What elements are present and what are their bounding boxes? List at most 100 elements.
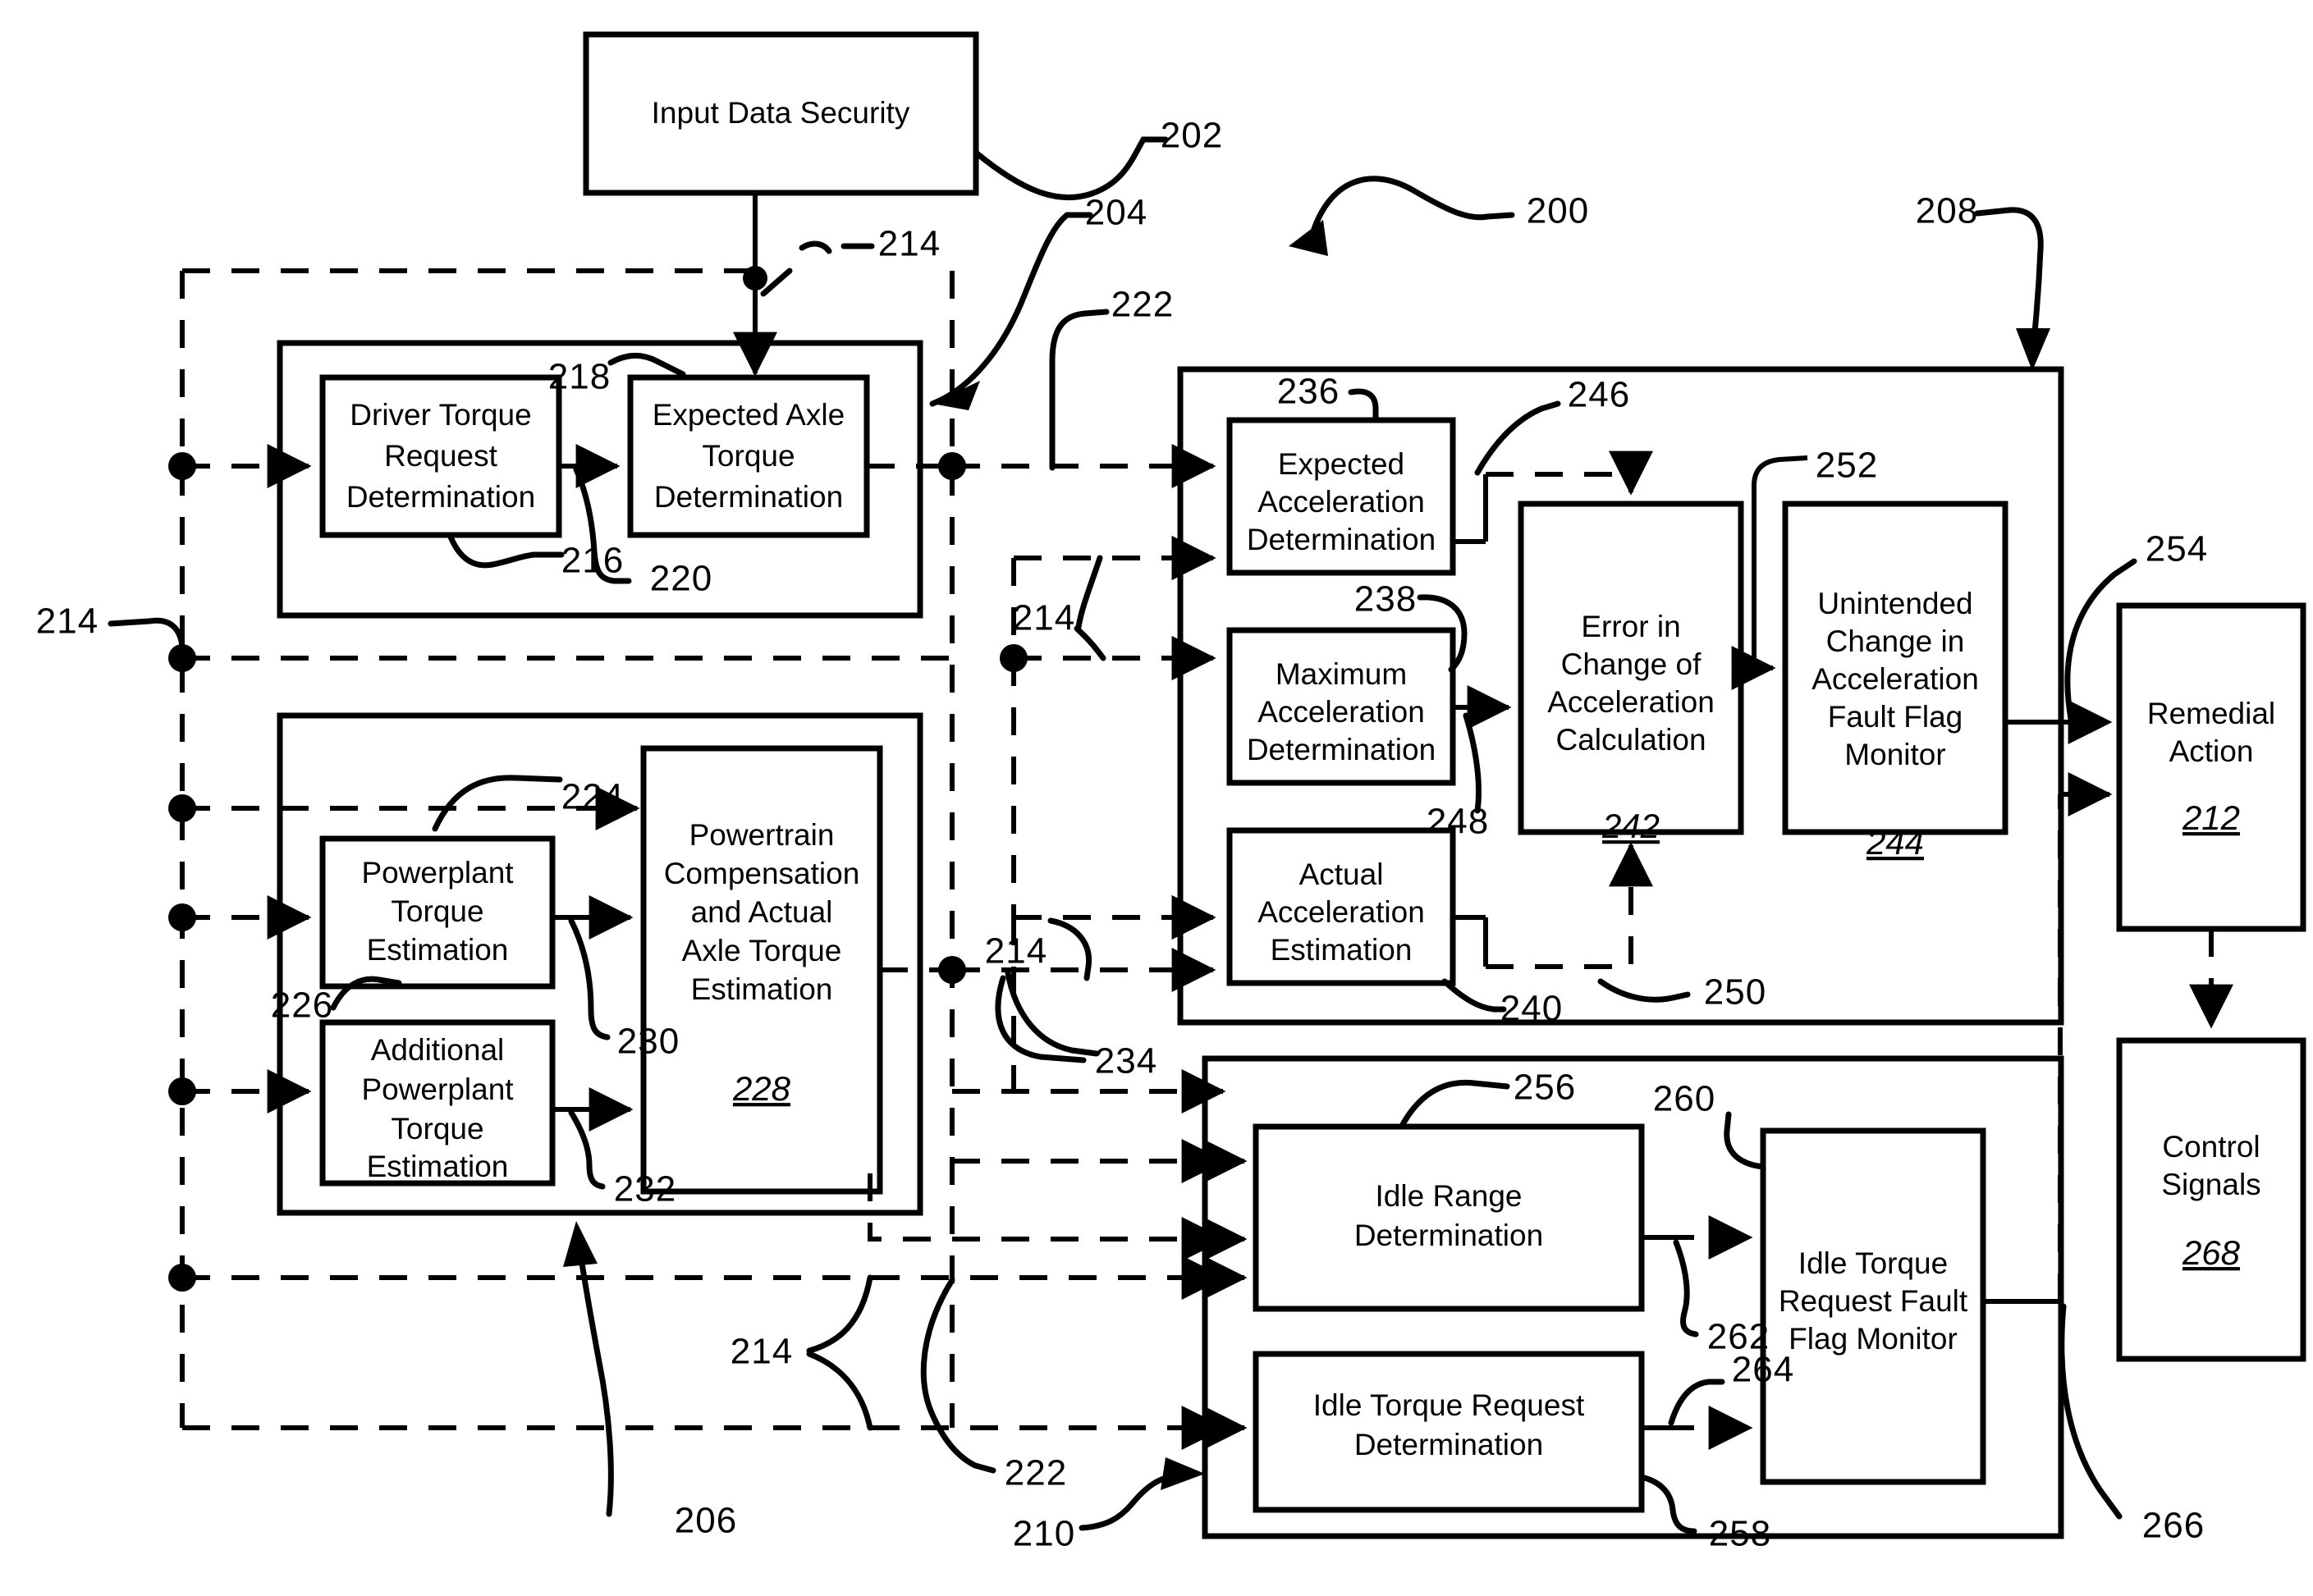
leader-210-arrowhead (1161, 1457, 1205, 1490)
leader-256 (1399, 1079, 1510, 1129)
block-max-accel-l3: Determination (1247, 733, 1436, 766)
ref-204: 204 (1085, 193, 1147, 233)
leader-250 (1597, 978, 1691, 1003)
block-idle-fault-l1: Idle Torque (1798, 1246, 1948, 1280)
ref-214-left: 214 (36, 601, 98, 642)
block-powerplant-torque-l2: Torque (391, 894, 483, 928)
block-expected-axle-torque-l3: Determination (654, 480, 843, 514)
ref-224: 224 (561, 777, 624, 817)
leader-246 (1474, 400, 1561, 476)
block-error-change-ref: 242 (1601, 807, 1660, 845)
ref-214-center-top: 214 (1013, 598, 1075, 638)
ref-202: 202 (1161, 116, 1223, 156)
block-driver-torque-request-l1: Driver Torque (350, 398, 531, 432)
ref-200: 200 (1527, 191, 1589, 231)
block-remedial-l1: Remedial (2147, 697, 2275, 730)
block-additional-powerplant-l2: Powerplant (361, 1072, 514, 1106)
block-expected-accel-l1: Expected (1278, 447, 1404, 481)
block-error-change-l4: Calculation (1555, 723, 1706, 757)
ref-214-bottom: 214 (731, 1332, 793, 1372)
tick-214-top (760, 268, 793, 297)
block-remedial-l2: Action (2169, 734, 2254, 768)
ref-222-bottom: 222 (1005, 1453, 1067, 1493)
block-input-data-security-label: Input Data Security (652, 96, 910, 130)
leader-264 (1668, 1379, 1725, 1426)
ref-206: 206 (675, 1501, 737, 1541)
block-unintended-l1: Unintended (1817, 587, 1972, 620)
ref-248: 248 (1427, 802, 1489, 842)
patent-block-diagram: Input Data Security 202 214 204 200 208 … (36, 31, 2306, 1554)
ref-214-top: 214 (878, 224, 941, 264)
block-additional-powerplant-l1: Additional (371, 1033, 505, 1067)
leader-208-arrowhead (2016, 328, 2050, 371)
leader-232 (568, 1109, 606, 1190)
block-powertrain-comp-ref: 228 (732, 1069, 791, 1108)
leader-222-top (1049, 309, 1110, 471)
ref-240: 240 (1500, 989, 1563, 1029)
ref-232: 232 (614, 1169, 676, 1210)
leader-204 (929, 212, 1093, 407)
ref-238: 238 (1354, 579, 1417, 620)
arc-214-top (799, 240, 832, 254)
block-expected-axle-torque-l1: Expected Axle (653, 398, 845, 432)
block-actual-accel-l1: Actual (1299, 857, 1384, 891)
leader-258 (1638, 1474, 1697, 1534)
block-max-accel-l1: Maximum (1276, 657, 1407, 691)
leader-230 (568, 917, 611, 1040)
brace-214-center-top-b (1074, 625, 1106, 661)
ref-246: 246 (1568, 375, 1630, 415)
block-error-change-l3: Acceleration (1547, 685, 1715, 719)
leader-262 (1673, 1239, 1699, 1338)
ref-256: 256 (1514, 1068, 1576, 1108)
block-powertrain-comp-l1: Powertrain (689, 818, 835, 852)
block-powertrain-comp-l5: Estimation (691, 972, 833, 1006)
ref-226: 226 (271, 985, 333, 1026)
block-error-change-l2: Change of (1561, 647, 1702, 681)
block-actual-accel-l2: Acceleration (1257, 895, 1425, 929)
leader-236 (1348, 388, 1379, 422)
block-remedial-ref: 212 (2182, 798, 2240, 837)
ref-210: 210 (1013, 1514, 1075, 1554)
block-idle-torque-req-l1: Idle Torque Request (1313, 1388, 1585, 1422)
ref-264: 264 (1732, 1350, 1794, 1390)
figure-canvas: Input Data Security 202 214 204 200 208 … (0, 0, 2313, 1596)
ref-234: 234 (1095, 1041, 1157, 1082)
ref-254: 254 (2146, 529, 2208, 569)
block-control-signals-l2: Signals (2161, 1168, 2260, 1201)
leader-248 (1463, 712, 1482, 814)
block-driver-torque-request-l3: Determination (346, 480, 535, 514)
block-unintended-ref: 244 (1866, 823, 1924, 862)
block-expected-accel-l2: Acceleration (1257, 485, 1425, 519)
ref-252: 252 (1816, 446, 1878, 486)
leader-224 (432, 775, 563, 832)
leader-202 (973, 136, 1169, 201)
ref-208: 208 (1916, 191, 1978, 231)
block-expected-axle-torque-l2: Torque (702, 439, 795, 473)
wire-246-dashed (1486, 450, 1653, 496)
block-powerplant-torque-l3: Estimation (367, 933, 509, 967)
leader-240 (1441, 978, 1507, 1013)
block-error-change-l1: Error in (1581, 610, 1680, 643)
block-control-signals-ref: 268 (2182, 1233, 2241, 1272)
leader-266 (2059, 1303, 2123, 1520)
block-additional-powerplant-l3: Torque (391, 1112, 483, 1146)
ref-266: 266 (2142, 1506, 2205, 1546)
block-max-accel-l2: Acceleration (1257, 695, 1425, 729)
block-unintended-l4: Fault Flag (1828, 700, 1963, 734)
block-unintended-l5: Monitor (1844, 738, 1945, 771)
leader-222-bottom (920, 1277, 996, 1474)
ref-250: 250 (1704, 972, 1766, 1013)
leader-204-arrowhead (932, 381, 980, 410)
ref-220: 220 (650, 559, 712, 599)
block-idle-torque-req-l2: Determination (1354, 1428, 1543, 1461)
block-driver-torque-request-l2: Request (384, 439, 498, 473)
block-control-signals-l1: Control (2162, 1130, 2260, 1164)
block-powertrain-compensation[interactable] (640, 745, 883, 1195)
leader-206-arrowhead (563, 1221, 598, 1267)
block-additional-powerplant-l4: Estimation (367, 1150, 509, 1183)
block-actual-accel-l3: Estimation (1271, 933, 1413, 967)
ref-236: 236 (1277, 372, 1340, 412)
leader-218 (607, 353, 686, 377)
center-node-mid (1000, 644, 1028, 672)
block-powertrain-comp-l2: Compensation (664, 857, 860, 890)
